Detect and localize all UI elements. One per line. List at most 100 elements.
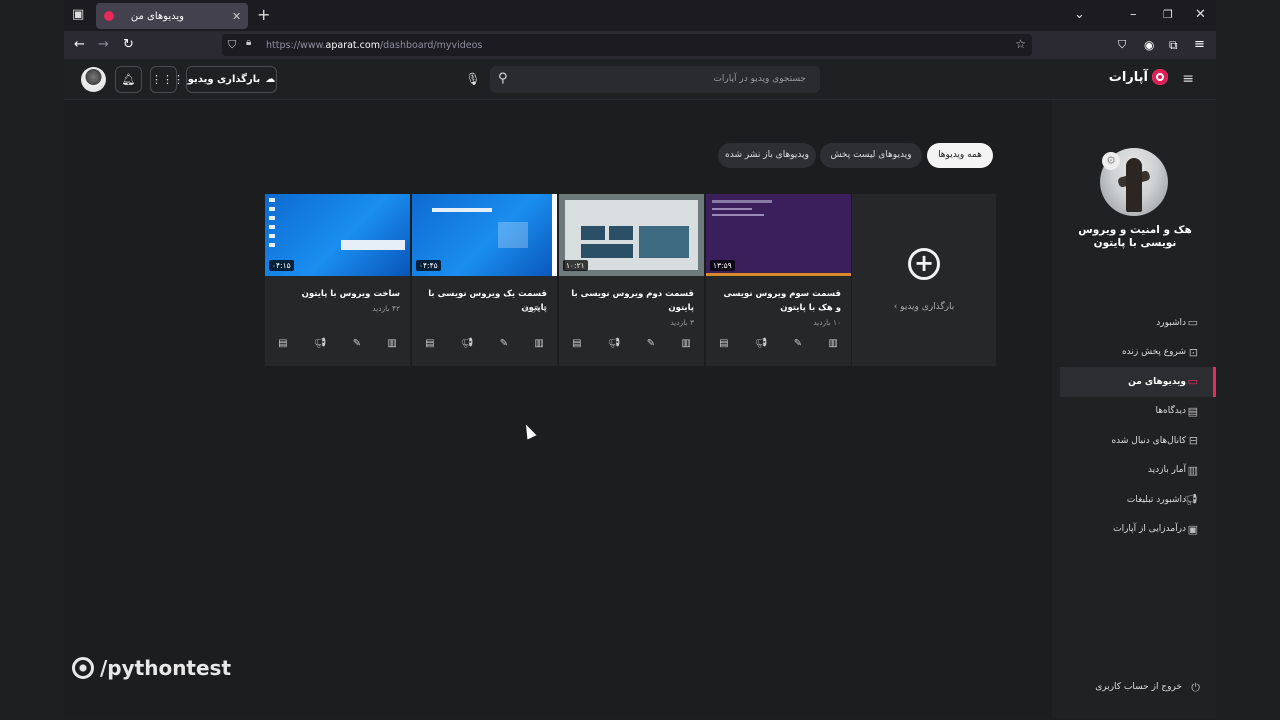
search-icon[interactable]: ⚲ <box>498 71 508 86</box>
menu-item-monetize[interactable]: ▣ درآمدزایی از آپارات <box>1060 515 1216 545</box>
menu-item-my-videos[interactable]: ▭ ویدیوهای من <box>1060 367 1216 397</box>
hamburger-icon[interactable]: ≡ <box>1182 71 1194 87</box>
logout-button[interactable]: ⏻ خروج از حساب کاربری <box>1060 681 1204 694</box>
playlist-add-icon[interactable]: ▤ <box>278 338 287 349</box>
account-icon[interactable]: ◉ <box>1144 37 1154 53</box>
tab-my-videos[interactable]: ویدیوهای من ✕ <box>96 3 248 29</box>
tab-close-icon[interactable]: ✕ <box>232 10 241 23</box>
edit-icon[interactable]: ✎ <box>500 338 508 349</box>
edit-icon[interactable]: ✎ <box>647 338 655 349</box>
video-thumbnail[interactable]: ۰۴:۱۵ <box>265 194 410 276</box>
ads-icon: 📢︎ <box>1184 493 1198 506</box>
video-actions: ▤ 📢︎ ✎ ▥ <box>412 338 557 349</box>
stats-icon[interactable]: ▥ <box>534 338 543 349</box>
menu-item-followed-channels[interactable]: ⊟ کانال‌های دنبال شده <box>1060 426 1216 456</box>
video-thumbnail[interactable]: ۰۴:۴۵ <box>412 194 557 276</box>
menu-icon[interactable]: ≡ <box>1194 37 1205 53</box>
promote-icon[interactable]: 📢︎ <box>314 338 327 349</box>
lock-icon[interactable]: 🔒︎ <box>246 37 251 48</box>
url-prefix: https://www. <box>266 39 326 51</box>
notifications-button[interactable]: 🔔︎ <box>115 66 142 93</box>
new-tab-icon[interactable]: + <box>257 7 270 23</box>
menu-label: دیدگاه‌ها <box>1155 406 1186 417</box>
chip-label: همه ویدیوها <box>938 150 982 160</box>
tab-title: ویدیوهای من <box>130 10 184 22</box>
chip-label: ویدیوهای لیست پخش <box>830 150 912 160</box>
video-card[interactable]: ۱۰:۲۱ قسمت دوم ویروس نویسی با پایتون ۳ ب… <box>559 194 704 366</box>
watermark-text: /pythontest <box>100 656 232 680</box>
video-views: ۱۰ بازدید <box>813 318 841 327</box>
upload-label: بارگذاری ویدیو <box>187 74 261 85</box>
playlist-add-icon[interactable]: ▤ <box>425 338 434 349</box>
cloud-upload-icon: ☁ <box>265 74 276 85</box>
dashboard-sidebar: ⚙ هک و امنیت و ویروس نویسی با پایتون ▭ دا… <box>1052 100 1216 718</box>
url-bar[interactable]: ⛉ 🔒︎ https://www. aparat.com/dashboard/my… <box>222 34 1032 56</box>
pocket-icon[interactable]: ⛉ <box>1118 37 1126 53</box>
restore-icon[interactable]: ❐ <box>1163 7 1173 23</box>
video-title[interactable]: قسمت دوم ویروس نویسی با پایتون <box>569 287 694 315</box>
video-actions: ▤ 📢︎ ✎ ▥ <box>265 338 410 349</box>
url-host: aparat.com <box>325 39 380 51</box>
minimize-icon[interactable]: – <box>1130 7 1137 23</box>
apps-button[interactable]: ⋮⋮⋮ <box>150 66 184 93</box>
chevron-down-icon[interactable]: ⌄ <box>1074 7 1085 23</box>
reload-icon[interactable]: ↻ <box>123 37 134 53</box>
shield-icon[interactable]: ⛉ <box>228 38 236 52</box>
aparat-favicon-icon <box>104 11 114 21</box>
video-thumbnail[interactable]: ۱۳:۵۹ <box>706 194 851 276</box>
channel-name: هک و امنیت و ویروس نویسی با پایتون <box>1078 224 1192 249</box>
menu-item-comments[interactable]: ▤ دیدگاه‌ها <box>1060 397 1216 427</box>
window-close-icon[interactable]: ✕ <box>1195 7 1206 23</box>
search-input[interactable]: جستجوی ویدیو در آپارات ⚲ <box>490 66 820 93</box>
stats-icon[interactable]: ▥ <box>387 338 396 349</box>
tab-bar: ▣ ویدیوهای من ✕ + ⌄ – ❐ ✕ <box>64 0 1216 31</box>
stats-icon[interactable]: ▥ <box>828 338 837 349</box>
promote-icon[interactable]: 📢︎ <box>755 338 768 349</box>
video-card[interactable]: ۱۳:۵۹ قسمت سوم ویروس نویسی و هک با پایتو… <box>706 194 851 366</box>
url-path: /dashboard/myvideos <box>379 39 483 51</box>
edit-icon[interactable]: ✎ <box>353 338 361 349</box>
chip-republished-videos[interactable]: ویدیوهای باز نشر شده <box>718 143 816 168</box>
video-title[interactable]: قسمت سوم ویروس نویسی و هک با پایتون <box>716 287 841 315</box>
edit-icon[interactable]: ✎ <box>794 338 802 349</box>
tabs-icon[interactable]: ▣ <box>72 7 84 23</box>
menu-item-ads-dashboard[interactable]: 📢︎ داشبورد تبلیغات <box>1060 485 1216 515</box>
voice-search-button[interactable]: 🎙︎ <box>460 66 486 93</box>
menu-item-stats[interactable]: ▥ آمار بازدید <box>1060 456 1216 486</box>
browser-window: ▣ ویدیوهای من ✕ + ⌄ – ❐ ✕ ← → ↻ ⛉ 🔒︎ htt… <box>64 0 1216 718</box>
back-icon[interactable]: ← <box>74 37 85 53</box>
gear-icon[interactable]: ⚙ <box>1102 152 1120 170</box>
nav-bar: ← → ↻ ⛉ 🔒︎ https://www. aparat.com/dashbo… <box>64 31 1216 59</box>
forward-icon[interactable]: → <box>98 37 109 53</box>
video-thumbnail[interactable]: ۱۰:۲۱ <box>559 194 704 276</box>
stats-icon[interactable]: ▥ <box>681 338 690 349</box>
video-title[interactable]: ساخت ویروس با پایتون <box>275 287 400 301</box>
menu-label: شروع پخش زنده <box>1121 347 1186 358</box>
extensions-icon[interactable]: ⧉ <box>1169 37 1178 53</box>
aparat-logo[interactable]: آپارات <box>1109 69 1168 85</box>
dashboard-icon: ▭ <box>1187 316 1198 329</box>
playlist-add-icon[interactable]: ▤ <box>719 338 728 349</box>
upload-card[interactable]: + بارگذاری ویدیو › <box>852 194 996 366</box>
film-reel-icon <box>72 657 94 679</box>
chip-playlist-videos[interactable]: ویدیوهای لیست پخش <box>820 143 922 168</box>
video-card[interactable]: ۰۴:۱۵ ساخت ویروس با پایتون ۴۲ بازدید ▤ 📢… <box>265 194 410 366</box>
menu-label: داشبورد <box>1156 317 1186 328</box>
video-duration: ۱۳:۵۹ <box>710 260 735 271</box>
star-icon[interactable]: ☆ <box>1015 37 1026 51</box>
live-icon: ⊡ <box>1188 345 1198 359</box>
plus-icon: + <box>908 248 940 280</box>
chip-all-videos[interactable]: همه ویدیوها <box>927 143 993 168</box>
menu-item-dashboard[interactable]: ▭ داشبورد <box>1060 308 1216 338</box>
screen: ▣ ویدیوهای من ✕ + ⌄ – ❐ ✕ ← → ↻ ⛉ 🔒︎ htt… <box>0 0 1280 720</box>
video-actions: ▤ 📢︎ ✎ ▥ <box>559 338 704 349</box>
upload-video-button[interactable]: بارگذاری ویدیو ☁ <box>186 66 277 93</box>
video-card[interactable]: ۰۴:۴۵ قسمت یک ویروس نویسی با پایتون ۶ با… <box>412 194 557 366</box>
promote-icon[interactable]: 📢︎ <box>461 338 474 349</box>
menu-item-live[interactable]: ⊡ شروع پخش زنده <box>1060 338 1216 368</box>
promote-icon[interactable]: 📢︎ <box>608 338 621 349</box>
video-views: ۳ بازدید <box>670 318 694 327</box>
avatar[interactable] <box>81 67 106 92</box>
stats-icon: ▥ <box>1187 463 1198 477</box>
playlist-add-icon[interactable]: ▤ <box>572 338 581 349</box>
